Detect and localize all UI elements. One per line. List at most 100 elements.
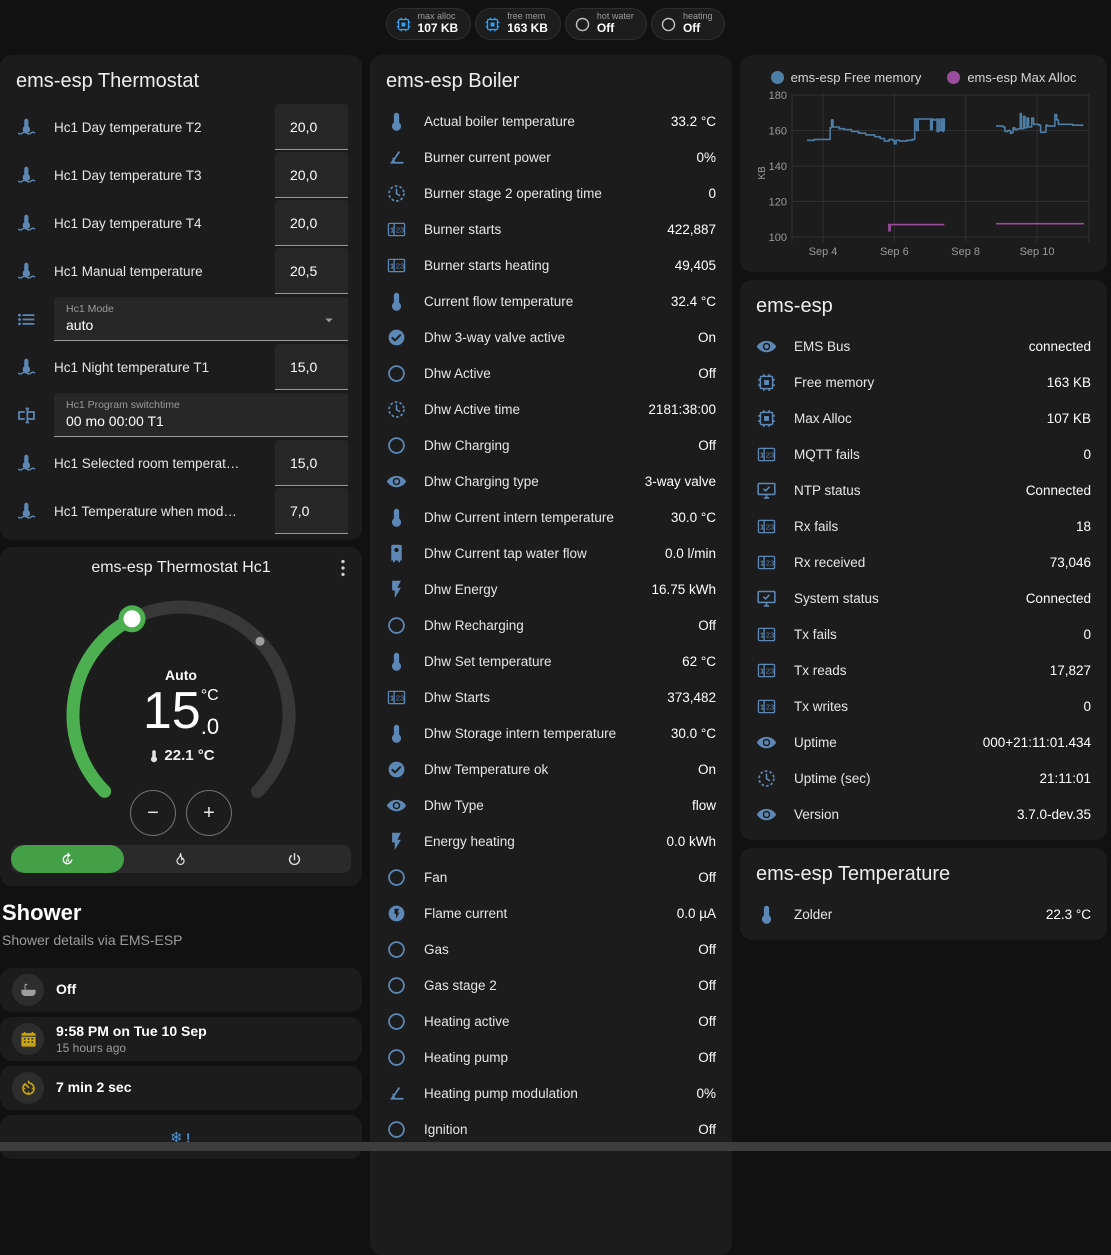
- status-chip[interactable]: hot water Off: [565, 8, 647, 40]
- entity-row[interactable]: Uptime 000+21:11:01.434: [756, 724, 1091, 760]
- entity-value: Off: [698, 1050, 716, 1065]
- top-status-chips: max alloc 107 KB free mem 163 KB hot wat…: [0, 8, 1111, 40]
- entity-label: Energy heating: [424, 834, 515, 849]
- mode-button[interactable]: [238, 845, 351, 873]
- entity-label: Dhw 3-way valve active: [424, 330, 565, 345]
- status-chip[interactable]: max alloc 107 KB: [386, 8, 472, 40]
- entity-row[interactable]: Uptime (sec) 21:11:01: [756, 760, 1091, 796]
- entity-row[interactable]: 123 MQTT fails 0: [756, 436, 1091, 472]
- entity-row[interactable]: 123 Burner starts 422,887: [386, 211, 716, 247]
- entity-value: 107 KB: [1047, 411, 1091, 426]
- current-temperature: 22.1 °C: [164, 747, 214, 764]
- number-input[interactable]: 20,0: [275, 152, 348, 198]
- entity-row[interactable]: Zolder 22.3 °C: [756, 896, 1091, 932]
- thermostat-hc1-card: ems-esp Thermostat Hc1 Auto 15 °C .0 22.…: [0, 547, 362, 886]
- entity-row[interactable]: Current flow temperature 32.4 °C: [386, 283, 716, 319]
- entity-value: 0.0 µA: [677, 906, 716, 921]
- shower-tile[interactable]: Off: [0, 968, 362, 1012]
- entity-row[interactable]: Dhw Energy 16.75 kWh: [386, 571, 716, 607]
- entity-row[interactable]: Version 3.7.0-dev.35: [756, 796, 1091, 832]
- entity-row[interactable]: Dhw 3-way valve active On: [386, 319, 716, 355]
- entity-label: Dhw Starts: [424, 690, 490, 705]
- entity-row[interactable]: 123 Tx reads 17,827: [756, 652, 1091, 688]
- entity-row[interactable]: 123 Rx received 73,046: [756, 544, 1091, 580]
- entity-row[interactable]: Gas Off: [386, 931, 716, 967]
- entity-row[interactable]: System status Connected: [756, 580, 1091, 616]
- entity-row[interactable]: Fan Off: [386, 859, 716, 895]
- shower-tile[interactable]: ❄!: [0, 1115, 362, 1159]
- mode-button[interactable]: A: [11, 845, 124, 873]
- legend-item[interactable]: ems-esp Max Alloc: [947, 70, 1076, 85]
- entity-row[interactable]: Dhw Recharging Off: [386, 607, 716, 643]
- circle-outline-icon: [386, 1119, 407, 1140]
- thermometer-icon: [386, 723, 407, 744]
- status-chip[interactable]: heating Off: [651, 8, 726, 40]
- target-temp-fraction: .0: [201, 714, 219, 740]
- shower-tile[interactable]: 7 min 2 sec: [0, 1066, 362, 1110]
- entity-row[interactable]: 123 Tx writes 0: [756, 688, 1091, 724]
- entity-value: flow: [692, 798, 716, 813]
- entity-value: 30.0 °C: [671, 510, 716, 525]
- shower-tile[interactable]: 9:58 PM on Tue 10 Sep 15 hours ago: [0, 1017, 362, 1061]
- entity-row[interactable]: Heating active Off: [386, 1003, 716, 1039]
- entity-value: connected: [1029, 339, 1091, 354]
- mode-select[interactable]: Hc1 Mode auto: [54, 297, 348, 341]
- entity-row[interactable]: Energy heating 0.0 kWh: [386, 823, 716, 859]
- entity-row[interactable]: Dhw Active Off: [386, 355, 716, 391]
- thermometer-water-icon: [16, 357, 37, 378]
- entity-row[interactable]: Dhw Charging Off: [386, 427, 716, 463]
- entity-row[interactable]: Dhw Type flow: [386, 787, 716, 823]
- svg-text:23: 23: [766, 702, 774, 711]
- entity-label: Uptime (sec): [794, 771, 871, 786]
- decrease-temp-button[interactable]: −: [130, 790, 176, 836]
- entity-row[interactable]: EMS Bus connected: [756, 328, 1091, 364]
- entity-row[interactable]: Dhw Active time 2181:38:00: [386, 391, 716, 427]
- mode-button[interactable]: [124, 845, 237, 873]
- temperature-card: ems-esp Temperature Zolder 22.3 °C: [740, 848, 1107, 940]
- number-input[interactable]: 20,5: [275, 248, 348, 294]
- entity-row[interactable]: 123 Dhw Starts 373,482: [386, 679, 716, 715]
- entity-value: 000+21:11:01.434: [983, 735, 1091, 750]
- number-input[interactable]: 15,0: [275, 344, 348, 390]
- more-options-icon[interactable]: [332, 557, 354, 579]
- switchtime-input[interactable]: Hc1 Program switchtime 00 mo 00:00 T1: [54, 393, 348, 437]
- increase-temp-button[interactable]: +: [186, 790, 232, 836]
- eye-icon: [756, 732, 777, 753]
- number-input[interactable]: 20,0: [275, 104, 348, 150]
- entity-row[interactable]: 123 Tx fails 0: [756, 616, 1091, 652]
- entity-row[interactable]: Dhw Current intern temperature 30.0 °C: [386, 499, 716, 535]
- chevron-down-icon: [320, 311, 338, 329]
- entity-row[interactable]: Dhw Current tap water flow 0.0 l/min: [386, 535, 716, 571]
- number-input[interactable]: 7,0: [275, 488, 348, 534]
- entity-row[interactable]: Max Alloc 107 KB: [756, 400, 1091, 436]
- status-chip[interactable]: free mem 163 KB: [475, 8, 561, 40]
- tile-title: 7 min 2 sec: [56, 1079, 132, 1095]
- number-input[interactable]: 15,0: [275, 440, 348, 486]
- entity-row[interactable]: Free memory 163 KB: [756, 364, 1091, 400]
- number-input[interactable]: 20,0: [275, 200, 348, 246]
- memory-line-chart: 100120140160180Sep 4Sep 6Sep 8Sep 10KB: [756, 89, 1091, 265]
- entity-row[interactable]: Actual boiler temperature 33.2 °C: [386, 103, 716, 139]
- thermometer-water-icon: [16, 165, 37, 186]
- entity-row[interactable]: Dhw Storage intern temperature 30.0 °C: [386, 715, 716, 751]
- angle-acute-icon: [386, 1083, 407, 1104]
- entity-row[interactable]: Burner current power 0%: [386, 139, 716, 175]
- field-value: auto: [66, 317, 336, 333]
- svg-text:100: 100: [769, 232, 787, 244]
- entity-row[interactable]: Dhw Charging type 3-way valve: [386, 463, 716, 499]
- horizontal-scrollbar[interactable]: [0, 1142, 1111, 1151]
- entity-row[interactable]: Gas stage 2 Off: [386, 967, 716, 1003]
- entity-row[interactable]: Burner stage 2 operating time 0: [386, 175, 716, 211]
- memory-icon: [484, 16, 501, 33]
- hvac-mode-bar: A: [11, 845, 351, 873]
- entity-row[interactable]: Heating pump Off: [386, 1039, 716, 1075]
- entity-row[interactable]: Dhw Temperature ok On: [386, 751, 716, 787]
- entity-row[interactable]: Dhw Set temperature 62 °C: [386, 643, 716, 679]
- entity-row[interactable]: 123 Burner starts heating 49,405: [386, 247, 716, 283]
- entity-row[interactable]: Flame current 0.0 µA: [386, 895, 716, 931]
- entity-row[interactable]: Heating pump modulation 0%: [386, 1075, 716, 1111]
- entity-row[interactable]: 123 Rx fails 18: [756, 508, 1091, 544]
- legend-item[interactable]: ems-esp Free memory: [771, 70, 922, 85]
- entity-label: Hc1 Day temperature T2: [54, 120, 202, 135]
- entity-row[interactable]: NTP status Connected: [756, 472, 1091, 508]
